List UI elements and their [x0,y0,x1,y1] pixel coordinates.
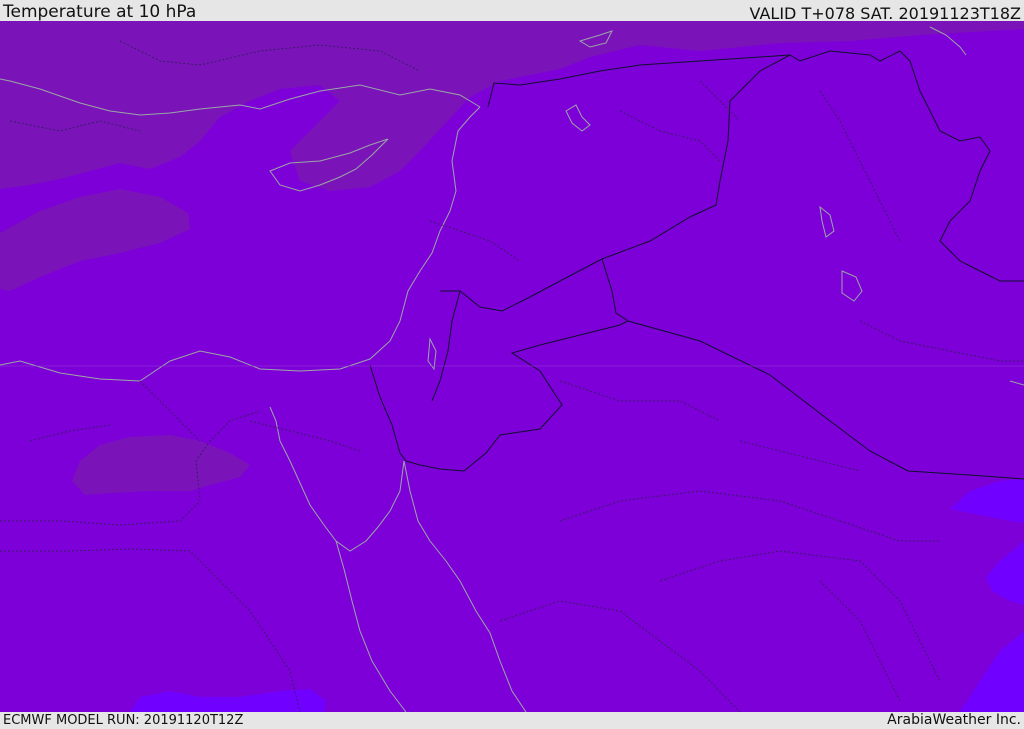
footer-bar: ECMWF MODEL RUN: 20191120T12Z ArabiaWeat… [0,712,1024,729]
valid-time-label: VALID T+078 SAT. 20191123T18Z [749,4,1021,23]
map-title: Temperature at 10 hPa [3,2,197,22]
header-bar: Temperature at 10 hPa VALID T+078 SAT. 2… [0,0,1024,23]
map-canvas [0,21,1024,712]
model-run-label: ECMWF MODEL RUN: 20191120T12Z [3,713,244,728]
weather-map[interactable] [0,21,1024,712]
credit-label: ArabiaWeather Inc. [887,712,1021,728]
